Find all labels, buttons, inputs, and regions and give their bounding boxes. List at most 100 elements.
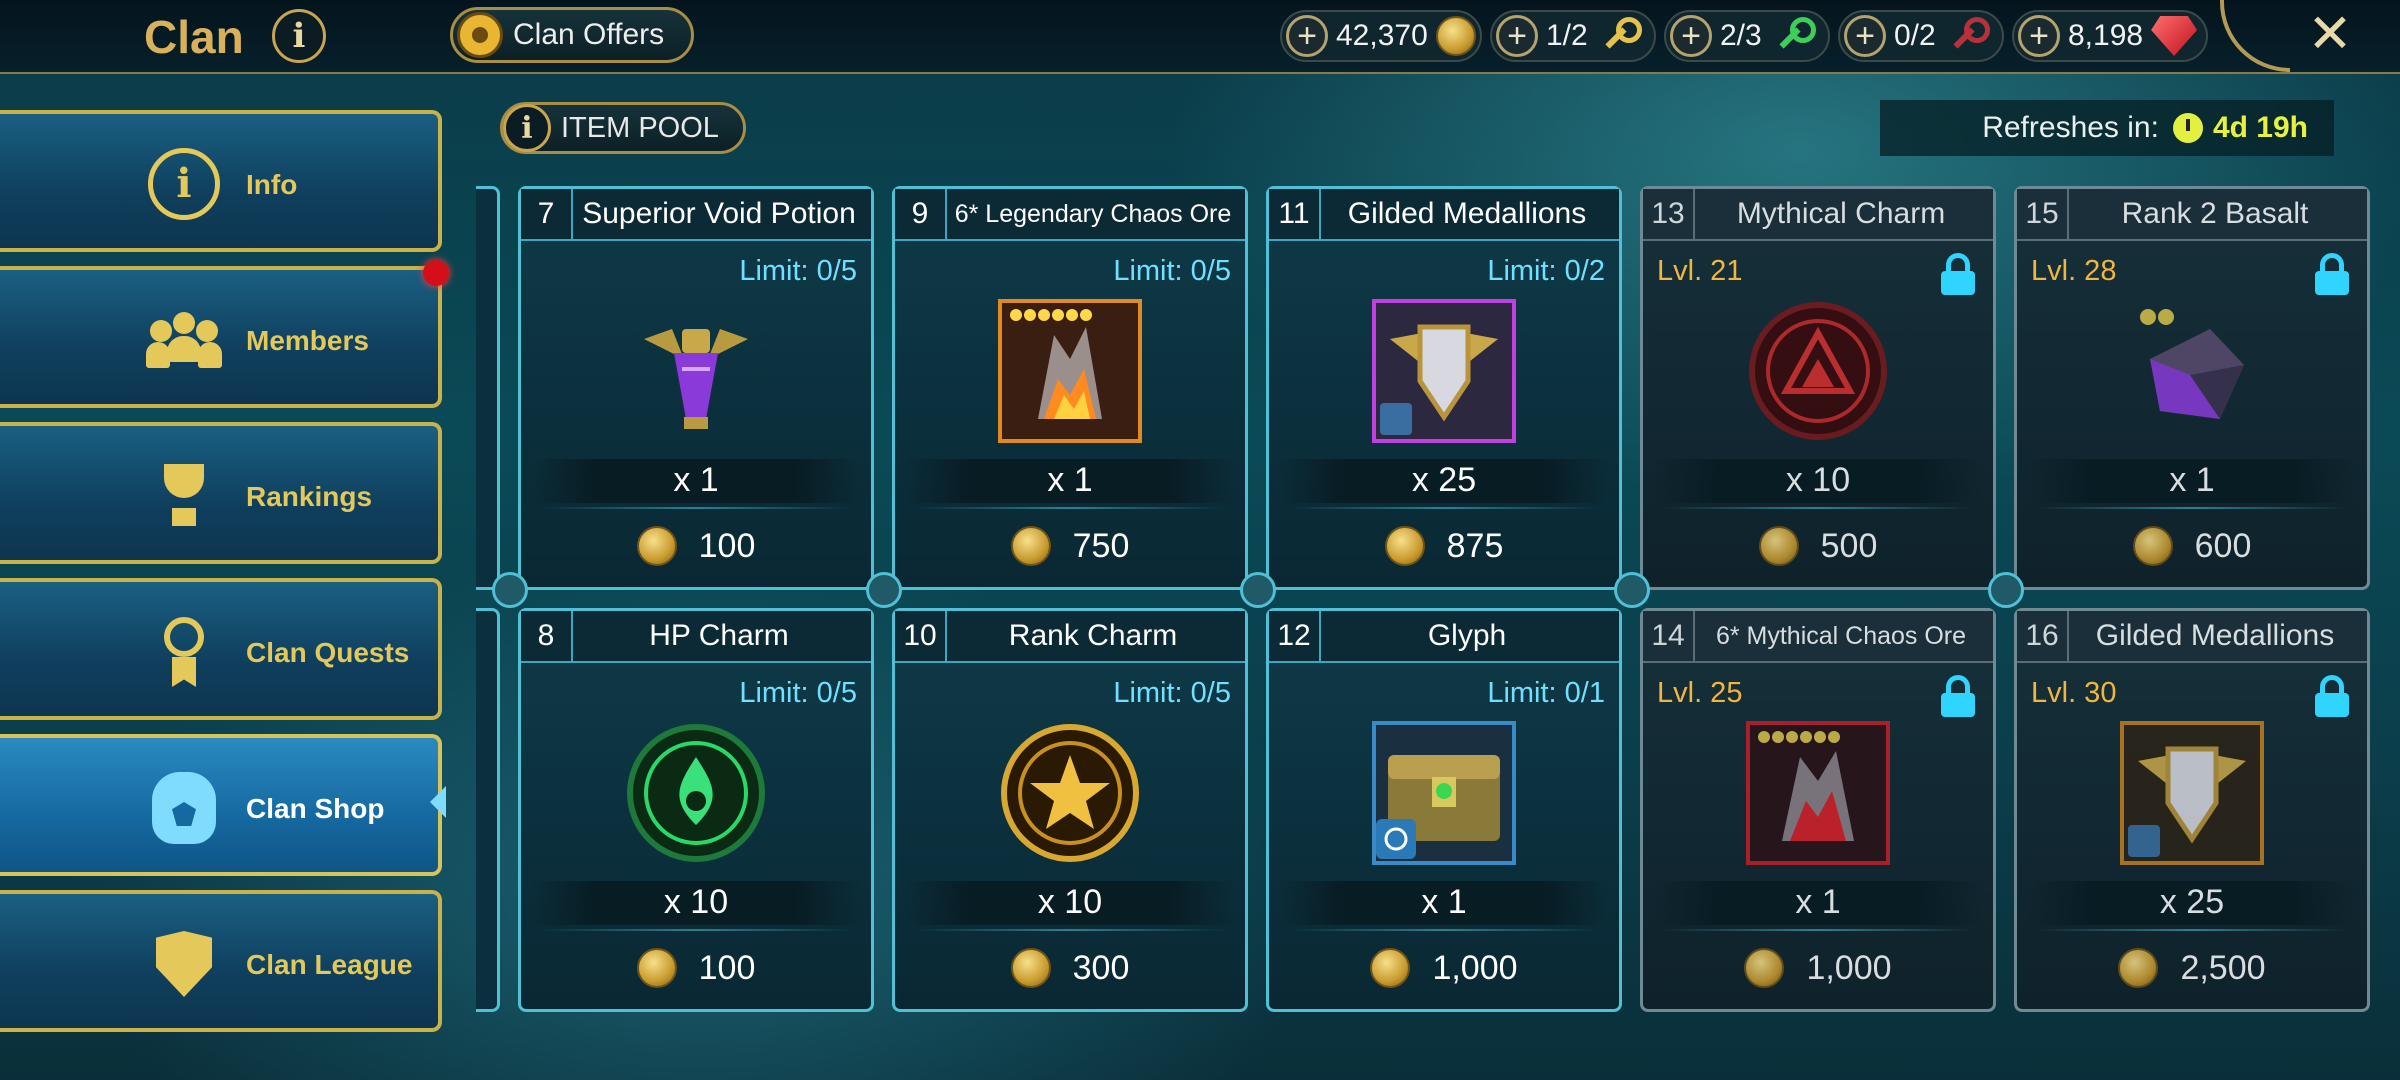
clan-offers-button[interactable]: Clan Offers [450,7,694,63]
card-number: 12 [1269,611,1321,661]
price-value: 1,000 [1806,948,1892,987]
coin-icon [1010,948,1051,988]
notification-dot [423,260,449,286]
trophy-icon [158,464,210,528]
card-number: 16 [2017,611,2069,661]
item-quantity: x 1 [673,461,719,499]
shop-card[interactable]: 11 Gilded Medallions Limit: 0/2 x 25 875 [1266,186,1622,590]
price: 600 [2017,521,2367,571]
add-silver-button[interactable]: + [1286,15,1328,57]
card-number: 15 [2017,189,2069,239]
sidebar-item-clan-quests[interactable]: Clan Quests [0,578,442,720]
refresh-time: 4d 19h [2212,111,2308,144]
purchase-limit: Limit: 0/5 [1113,677,1231,709]
shop-card[interactable]: 8 HP Charm Limit: 0/5 x 10 100 [518,608,874,1012]
coin-icon [636,948,677,988]
refresh-timer: Refreshes in: 4d 19h [1880,100,2334,156]
coin-icon [1384,526,1425,566]
shop-card[interactable]: 7 Superior Void Potion Limit: 0/5 x 1 10… [518,186,874,590]
sidebar-item-members[interactable]: Members [0,266,442,408]
sidebar-item-info[interactable]: i Info [0,110,442,252]
purchase-limit: Limit: 0/5 [739,677,857,709]
lock-icon [1941,675,1975,717]
item-quantity: x 1 [1795,883,1841,921]
clan-info-button[interactable]: i [272,9,326,63]
sidebar-item-label: Members [246,325,369,356]
members-icon [146,312,222,368]
shop-card-locked[interactable]: 13 Mythical Charm Lvl. 21 x 10 500 [1640,186,1996,590]
price-value: 500 [1820,526,1878,565]
gem-icon [2151,16,2198,56]
item-quantity: x 1 [1047,461,1093,499]
shop-card-locked[interactable]: 15 Rank 2 Basalt Lvl. 28 x 1 600 [2014,186,2370,590]
partial-shop-card[interactable] [476,608,500,1012]
coin-icon [1758,526,1799,566]
shop-card-locked[interactable]: 14 6* Mythical Chaos Ore Lvl. 25 x 1 1,0… [1640,608,1996,1012]
close-button[interactable]: ✕ [2300,4,2360,64]
card-number: 11 [1269,189,1321,239]
level-requirement: Lvl. 28 [2031,255,2117,287]
item-quantity: x 25 [1411,461,1477,499]
card-number: 8 [521,611,573,661]
shop-card[interactable]: 10 Rank Charm Limit: 0/5 x 10 300 [892,608,1248,1012]
grid-node [1240,572,1276,608]
rank-charm-icon [998,721,1142,865]
coin-icon [2132,526,2173,566]
sidebar-item-clan-shop[interactable]: Clan Shop [0,734,442,876]
item-pool-label: ITEM POOL [561,111,719,144]
chaos-ore-icon [998,299,1142,443]
card-title: Superior Void Potion [582,197,856,230]
resource-green-key: + 2/3 [1664,10,1830,62]
card-title: Gilded Medallions [1347,197,1587,230]
card-title: Gilded Medallions [2095,619,2335,652]
shop-card-locked[interactable]: 16 Gilded Medallions Lvl. 30 x 25 2,500 [2014,608,2370,1012]
card-title: Glyph [1427,619,1507,652]
level-requirement: Lvl. 21 [1657,255,1743,287]
partial-shop-card[interactable] [476,186,500,590]
card-title: 6* Legendary Chaos Ore [954,200,1232,228]
card-number: 7 [521,189,573,239]
card-number: 9 [895,189,947,239]
item-quantity: x 1 [2169,461,2215,499]
sidebar-item-label: Clan League [246,949,413,980]
add-red-key-button[interactable]: + [1844,15,1886,57]
price: 875 [1269,521,1619,571]
clock-icon [2172,113,2203,143]
add-green-key-button[interactable]: + [1670,15,1712,57]
sidebar-item-rankings[interactable]: Rankings [0,422,442,564]
add-gold-key-button[interactable]: + [1496,15,1538,57]
card-title: Rank 2 Basalt [2121,197,2309,230]
info-icon: i [503,104,551,152]
price-value: 600 [2194,526,2252,565]
coin-icon [2118,948,2159,988]
grid-node [492,572,528,608]
purchase-limit: Limit: 0/5 [1113,255,1231,287]
coin-icon [1370,948,1411,988]
add-gems-button[interactable]: + [2018,15,2060,57]
mythical-charm-icon [1746,299,1890,443]
price: 1,000 [1269,943,1619,993]
price-value: 2,500 [2180,948,2266,987]
green-key-icon [1770,13,1816,59]
item-pool-button[interactable]: i ITEM POOL [500,102,746,154]
sidebar-item-clan-league[interactable]: Clan League [0,890,442,1032]
sidebar-item-label: Clan Shop [246,793,385,824]
gold-key-icon [1596,13,1642,59]
medal-icon [158,617,210,687]
refresh-label: Refreshes in: [1982,111,2159,144]
gold-key-amount: 1/2 [1546,19,1588,52]
resource-gold-key: + 1/2 [1490,10,1656,62]
gem-amount: 8,198 [2068,19,2144,52]
shop-card[interactable]: 9 6* Legendary Chaos Ore Limit: 0/5 x 1 … [892,186,1248,590]
gear-icon [457,12,503,58]
medallion-icon [2120,721,2264,865]
silver-amount: 42,370 [1336,19,1428,52]
sidebar-item-label: Rankings [246,481,373,512]
grid-node [866,572,902,608]
glyph-chest-icon [1372,721,1516,865]
sidebar-item-label: Info [246,169,298,200]
shop-card[interactable]: 12 Glyph Limit: 0/1 x 1 1,000 [1266,608,1622,1012]
level-requirement: Lvl. 25 [1657,677,1743,709]
purchase-limit: Limit: 0/5 [739,255,857,287]
purchase-limit: Limit: 0/1 [1487,677,1605,709]
